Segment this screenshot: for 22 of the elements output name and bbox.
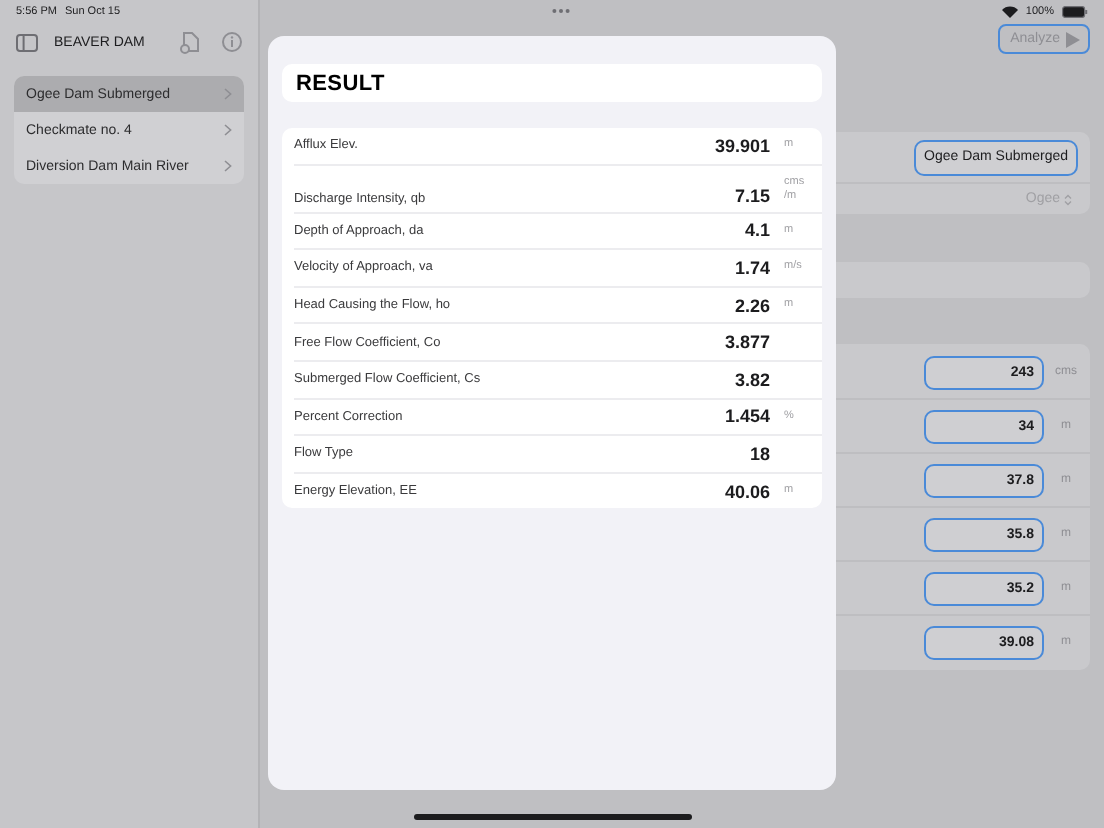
home-indicator[interactable] (414, 814, 692, 820)
result-value: 1.454 (724, 406, 770, 427)
result-value: 39.901 (714, 135, 770, 156)
result-value: 40.06 (724, 481, 770, 502)
up-down-chevron-icon (1064, 193, 1072, 205)
play-icon (1066, 31, 1080, 47)
result-value: 2.26 (734, 295, 770, 316)
chevron-icon (224, 124, 232, 136)
result-value: 3.877 (724, 332, 770, 353)
result-title: RESULT (296, 71, 385, 95)
result-value: 3.82 (734, 369, 770, 390)
result-value: 18 (749, 443, 770, 464)
sidebar-toggle-icon[interactable] (16, 33, 38, 51)
chevron-icon (224, 160, 232, 172)
result-value: 1.74 (734, 257, 770, 278)
result-value: 4.1 (744, 220, 770, 241)
info-icon[interactable] (222, 32, 242, 52)
battery-icon (1062, 5, 1088, 17)
document-icon[interactable] (180, 31, 200, 53)
wifi-icon (1001, 5, 1018, 17)
result-value: 7.15 (734, 185, 770, 206)
multitask-dots-icon[interactable] (551, 8, 570, 14)
